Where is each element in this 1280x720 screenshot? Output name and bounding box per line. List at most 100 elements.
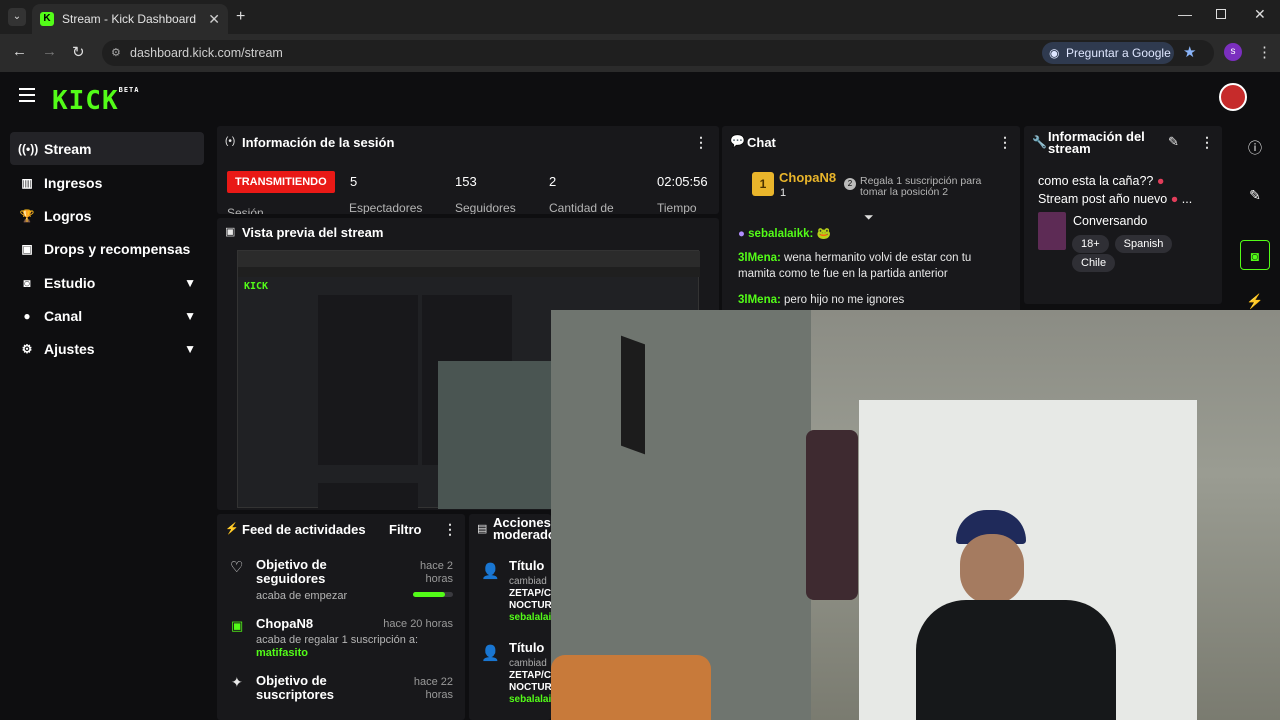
tag[interactable]: 18+ <box>1072 235 1109 253</box>
tag[interactable]: Spanish <box>1114 235 1173 253</box>
more-options-icon[interactable]: ⋮ <box>443 521 457 538</box>
sidebar-item-label: Canal <box>44 307 83 324</box>
panel-title: Feed de actividades <box>242 522 366 537</box>
gift-recipient[interactable]: matifasito <box>256 647 308 659</box>
back-button[interactable]: ← <box>12 43 27 60</box>
chat-message: ● sebalalaikk: 🐸 <box>738 226 831 242</box>
more-options-icon[interactable]: ⋮ <box>694 134 708 151</box>
feed-item-sub: acaba de regalar 1 suscripción a: <box>256 634 419 646</box>
emote-icon: 🐸 <box>816 228 831 240</box>
title-text: como esta la caña?? <box>1038 174 1154 188</box>
stat-label: Seguidores <box>455 201 516 214</box>
gift-icon: ▣ <box>21 241 33 256</box>
lens-icon: ◉ <box>1049 46 1060 60</box>
activity-feed-panel: ⚡ Feed de actividades Filtro ⋮ ♡ Objetiv… <box>217 514 465 720</box>
progress-bar <box>413 592 453 597</box>
profile-avatar[interactable]: s <box>1224 43 1242 61</box>
user-icon: ● <box>23 308 31 323</box>
new-tab-button[interactable]: + <box>236 8 245 26</box>
forward-button[interactable]: → <box>42 43 57 60</box>
hamburger-menu-icon[interactable] <box>19 88 35 102</box>
kick-logo[interactable]: KICKBETA <box>52 86 139 116</box>
filter-icon[interactable]: ⏷ <box>864 210 874 225</box>
logo-text: KICK <box>52 86 119 116</box>
panel-title: Información del stream <box>1048 129 1145 156</box>
chat-username[interactable]: sebalalaikk: <box>748 228 813 240</box>
chat-message: 3lMena: wena hermanito volvi de estar co… <box>738 250 1008 282</box>
more-options-icon[interactable]: ⋮ <box>1200 134 1214 151</box>
stream-title-line: como esta la caña?? ● <box>1038 174 1165 188</box>
category-thumbnail <box>1038 212 1066 250</box>
sidebar-item-ajustes[interactable]: ⚙ Ajustes ▼ <box>10 332 204 365</box>
tv-mount <box>621 335 645 455</box>
mic-icon: ● <box>738 228 745 240</box>
more-options-icon[interactable]: ⋮ <box>998 134 1012 151</box>
sidebar-item-ingresos[interactable]: ▥ Ingresos <box>10 166 204 199</box>
edit-icon[interactable]: ✎ <box>1240 180 1270 210</box>
mod-line: NOCTUR <box>509 600 551 611</box>
document-icon: ▤ <box>477 523 488 535</box>
camera-toggle-icon[interactable]: ◙ <box>1240 240 1270 270</box>
stat-label: Espectadores <box>349 201 423 214</box>
bolt-icon: ⚡ <box>225 523 239 535</box>
sparkle-icon: ✦ <box>231 674 243 690</box>
category-name[interactable]: Conversando <box>1073 214 1147 228</box>
sidebar-item-logros[interactable]: 🏆 Logros <box>10 199 204 232</box>
site-info-icon[interactable]: ⚙ <box>111 40 121 66</box>
mod-actions-panel: ▤ Acciones moderado 👤 Título cambiad ZET… <box>469 514 551 720</box>
feed-item-title: Objetivo de seguidores <box>256 557 327 586</box>
gift-rank-badge: 2 <box>844 178 856 190</box>
browser-menu-icon[interactable]: ⋮ <box>1257 43 1272 61</box>
rank-badge: 1 <box>752 172 774 196</box>
pinned-username[interactable]: ChopaN8 <box>779 170 836 185</box>
close-window-button[interactable]: ✕ <box>1254 6 1266 23</box>
chat-username[interactable]: 3lMena: <box>738 294 781 306</box>
chevron-down-icon: ▼ <box>184 308 196 323</box>
sidebar-item-estudio[interactable]: ◙ Estudio ▼ <box>10 266 204 299</box>
sidebar-item-drops[interactable]: ▣ Drops y recompensas <box>10 232 204 265</box>
preview-icon: ▣ <box>225 226 236 238</box>
chevron-down-icon: ▼ <box>184 275 196 290</box>
kick-dashboard: KICKBETA ((•)) Stream ▥ Ingresos 🏆 Logro… <box>0 72 1280 720</box>
browser-tab[interactable]: K Stream - Kick Dashboard ✕ <box>32 4 228 34</box>
info-icon[interactable]: ⓘ <box>1240 133 1270 163</box>
bookmark-star-icon[interactable]: ★ <box>1183 43 1196 61</box>
user-icon: 👤 <box>481 563 500 580</box>
sidebar-item-stream[interactable]: ((•)) Stream <box>10 132 204 165</box>
tab-close-icon[interactable]: ✕ <box>208 11 220 28</box>
chevron-down-icon: ▼ <box>184 341 196 356</box>
mod-entry-detail: cambiad ZETAP/C NOCTUR sebalalai <box>509 658 551 706</box>
gift-prompt[interactable]: Regala 1 suscripción para tomar la posic… <box>860 176 1000 198</box>
beta-badge: BETA <box>118 86 140 94</box>
sidebar-item-label: Drops y recompensas <box>44 240 191 257</box>
chat-text: pero hijo no me ignores <box>784 294 905 306</box>
feed-item-title[interactable]: ChopaN8 <box>256 616 313 631</box>
tag[interactable]: Chile <box>1072 254 1116 272</box>
chat-message: 3lMena: pero hijo no me ignores <box>738 292 1008 308</box>
stat-value: 153 <box>455 174 477 189</box>
wrench-icon: 🔧 <box>1032 135 1047 149</box>
heart-icon: ♡ <box>230 559 244 576</box>
sidebar-item-label: Ingresos <box>44 174 103 191</box>
ask-google-button[interactable]: ◉ Preguntar a Google <box>1042 42 1174 64</box>
minimize-button[interactable]: — <box>1178 6 1192 22</box>
panel-title: Vista previa del stream <box>242 225 384 240</box>
reload-button[interactable]: ↻ <box>72 43 85 61</box>
user-avatar[interactable] <box>1219 83 1247 111</box>
tab-title: Stream - Kick Dashboard <box>62 12 197 26</box>
sidebar-item-canal[interactable]: ● Canal ▼ <box>10 299 204 332</box>
mod-line[interactable]: sebalalai <box>509 612 551 624</box>
chart-icon: ▥ <box>21 175 33 190</box>
maximize-button[interactable] <box>1216 9 1226 19</box>
chat-username[interactable]: 3lMena: <box>738 252 781 264</box>
status-label: Sesión <box>227 206 264 214</box>
mod-line[interactable]: sebalalai <box>509 694 551 706</box>
url-text: dashboard.kick.com/stream <box>130 46 283 60</box>
tab-search-icon[interactable]: ⌄ <box>8 8 26 26</box>
edit-pencil-icon[interactable]: ✎ <box>1168 134 1179 150</box>
sidebar-item-label: Ajustes <box>44 340 95 357</box>
live-status-badge: TRANSMITIENDO <box>227 171 335 193</box>
sidebar-item-label: Logros <box>44 207 92 224</box>
stream-tags: 18+ SpanishChile <box>1072 234 1222 272</box>
filter-button[interactable]: Filtro <box>389 522 422 537</box>
